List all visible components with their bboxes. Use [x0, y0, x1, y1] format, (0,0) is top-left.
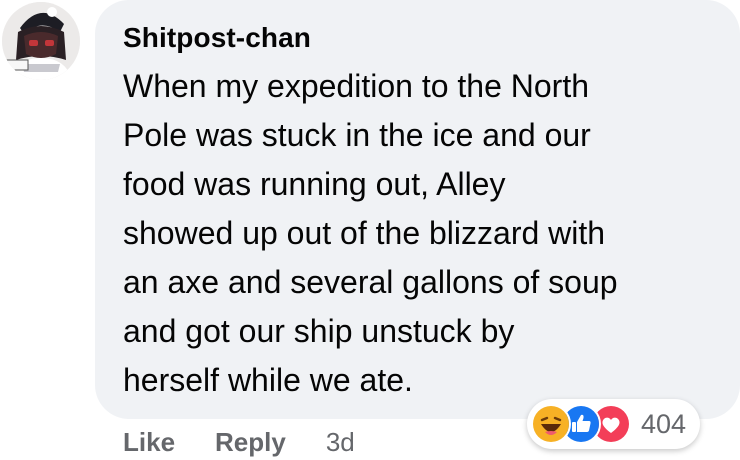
anime-character-avatar-icon [2, 2, 80, 80]
reply-button[interactable]: Reply [215, 427, 286, 458]
haha-icon [531, 404, 571, 444]
avatar[interactable] [2, 2, 80, 80]
comment-timestamp[interactable]: 3d [326, 427, 355, 458]
comment-actions: Like Reply 3d [123, 424, 355, 460]
reaction-summary[interactable]: 404 [527, 399, 701, 449]
comment-text: When my expedition to the North Pole was… [123, 68, 618, 398]
comment-author[interactable]: Shitpost-chan [123, 20, 720, 56]
like-button[interactable]: Like [123, 427, 175, 458]
reaction-count: 404 [641, 408, 687, 439]
comment-bubble: Shitpost-chan When my expedition to the … [95, 0, 740, 419]
